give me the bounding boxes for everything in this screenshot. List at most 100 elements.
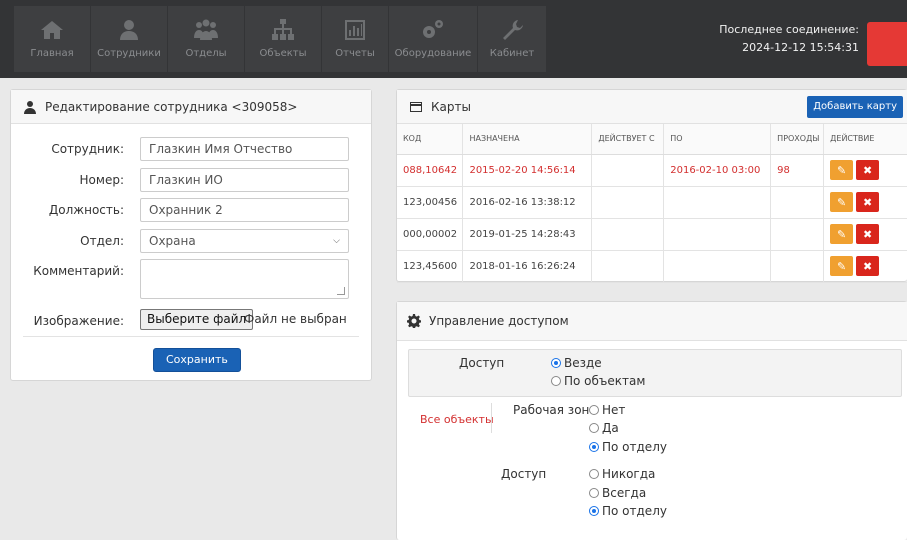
card-code: 123,45600 [397, 250, 464, 283]
card-passes [770, 186, 825, 219]
card-valid-to [663, 218, 772, 251]
radio-checked-icon [551, 358, 561, 368]
radio-checked-icon [589, 442, 599, 452]
card-passes [770, 218, 825, 251]
delete-icon[interactable]: ✖ [856, 256, 880, 276]
resize-handle-icon[interactable] [337, 287, 345, 295]
col-passes[interactable]: ПРОХОДЫ [770, 124, 825, 155]
position-row: Должность: Охранник 2 [11, 198, 373, 222]
logout-button[interactable] [867, 22, 907, 66]
card-valid-from [591, 154, 665, 187]
work-zone-label: Рабочая зона [513, 403, 597, 417]
card-assigned: 2016-02-16 13:38:12 [462, 186, 593, 219]
radio-workzone-no[interactable]: Нет [589, 403, 625, 417]
comment-label: Комментарий: [33, 264, 124, 278]
number-row: Номер: Глазкин ИО [11, 168, 373, 192]
nav-label: Отделы [185, 48, 227, 59]
card-passes: 98 [770, 154, 825, 187]
radio-label: По отделу [602, 440, 667, 454]
user-icon [120, 20, 138, 40]
nav-equipment[interactable]: Оборудование [389, 6, 477, 72]
col-code[interactable]: КОД [397, 124, 464, 155]
image-label: Изображение: [33, 314, 124, 328]
table-row: 123,00456 2016-02-16 13:38:12 ✎ ✖ [397, 186, 907, 219]
card-valid-from [591, 250, 665, 283]
table-header-row: КОД НАЗНАЧЕНА ДЕЙСТВУЕТ С ПО ПРОХОДЫ ДЕЙ… [397, 124, 907, 155]
radio-workzone-yes[interactable]: Да [589, 421, 619, 435]
comment-textarea[interactable] [140, 259, 349, 299]
panel-header: Редактирование сотрудника <309058> [11, 90, 371, 124]
radio-label: Никогда [602, 467, 656, 481]
card-code: 123,00456 [397, 186, 464, 219]
home-icon [41, 21, 63, 39]
table-row: 123,45600 2018-01-16 16:26:24 ✎ ✖ [397, 250, 907, 283]
credit-card-icon [410, 101, 422, 112]
last-connection-label: Последнее соединение: [719, 23, 859, 36]
card-valid-from [591, 186, 665, 219]
radio-unchecked-icon [551, 376, 561, 386]
nav-label: Сотрудники [97, 48, 161, 59]
radio-workzone-by-department[interactable]: По отделу [589, 440, 667, 454]
access-label: Доступ [459, 356, 505, 370]
main-nav: Главная Сотрудники Отделы Объекты Отчеты… [14, 6, 547, 72]
panel-title: Карты [431, 99, 471, 114]
col-valid-to[interactable]: ПО [663, 124, 772, 155]
image-row: Изображение: Выберите файл Файл не выбра… [11, 309, 373, 333]
edit-icon[interactable]: ✎ [830, 224, 854, 244]
card-valid-from [591, 218, 665, 251]
save-button[interactable]: Сохранить [153, 348, 241, 372]
top-navbar: Главная Сотрудники Отделы Объекты Отчеты… [0, 0, 907, 78]
radio-everywhere[interactable]: Везде [551, 356, 602, 370]
card-actions: ✎ ✖ [823, 250, 907, 283]
table-row: 000,00002 2019-01-25 14:28:43 ✎ ✖ [397, 218, 907, 251]
card-valid-to [663, 250, 772, 283]
gears-icon [423, 20, 443, 38]
card-valid-to: 2016-02-10 03:00 [663, 154, 772, 187]
nav-label: Оборудование [394, 48, 472, 59]
department-select[interactable]: Охрана ⌵ [140, 229, 349, 253]
radio-unchecked-icon [589, 405, 599, 415]
col-valid-from[interactable]: ДЕЙСТВУЕТ С [591, 124, 665, 155]
nav-reports[interactable]: Отчеты [322, 6, 388, 72]
position-field[interactable]: Охранник 2 [140, 198, 349, 222]
card-code: 000,00002 [397, 218, 464, 251]
radio-by-objects[interactable]: По объектам [551, 374, 645, 388]
radio-access-never[interactable]: Никогда [589, 467, 655, 481]
action-group: ✎ ✖ [830, 160, 907, 180]
last-connection: Последнее соединение: 2024-12-12 15:54:3… [719, 21, 859, 57]
cards-panel: Карты Добавить карту КОД НАЗНАЧЕНА ДЕЙСТ… [396, 89, 907, 283]
nav-employees[interactable]: Сотрудники [91, 6, 167, 72]
group-icon [194, 19, 218, 40]
card-code: 088,10642 [397, 154, 464, 187]
action-group: ✎ ✖ [830, 256, 907, 276]
employee-field[interactable]: Глазкин Имя Отчество [140, 137, 349, 161]
edit-icon[interactable]: ✎ [830, 256, 854, 276]
col-assigned[interactable]: НАЗНАЧЕНА [462, 124, 593, 155]
nav-departments[interactable]: Отделы [168, 6, 244, 72]
department-label: Отдел: [80, 234, 124, 248]
nav-cabinet[interactable]: Кабинет [478, 6, 546, 72]
radio-label: Всегда [602, 486, 647, 500]
divider [23, 336, 359, 337]
nav-objects[interactable]: Объекты [245, 6, 321, 72]
choose-file-button[interactable]: Выберите файл [140, 309, 254, 330]
radio-access-always[interactable]: Всегда [589, 486, 646, 500]
table-row: 088,10642 2015-02-20 14:56:14 2016-02-10… [397, 154, 907, 187]
all-objects-link[interactable]: Все объекты [420, 413, 494, 426]
delete-icon[interactable]: ✖ [856, 224, 880, 244]
delete-icon[interactable]: ✖ [856, 192, 880, 212]
radio-label: Нет [602, 403, 626, 417]
number-field[interactable]: Глазкин ИО [140, 168, 349, 192]
panel-title: Редактирование сотрудника <309058> [45, 99, 298, 114]
department-row: Отдел: Охрана ⌵ [11, 229, 373, 253]
delete-icon[interactable]: ✖ [856, 160, 880, 180]
add-card-button[interactable]: Добавить карту [807, 95, 903, 118]
radio-access-by-department[interactable]: По отделу [589, 504, 667, 518]
card-passes [770, 250, 825, 283]
edit-icon[interactable]: ✎ [830, 192, 854, 212]
edit-icon[interactable]: ✎ [830, 160, 854, 180]
nav-home[interactable]: Главная [14, 6, 90, 72]
radio-label: По отделу [602, 504, 667, 518]
card-assigned: 2019-01-25 14:28:43 [462, 218, 593, 251]
sitemap-icon [272, 19, 294, 40]
